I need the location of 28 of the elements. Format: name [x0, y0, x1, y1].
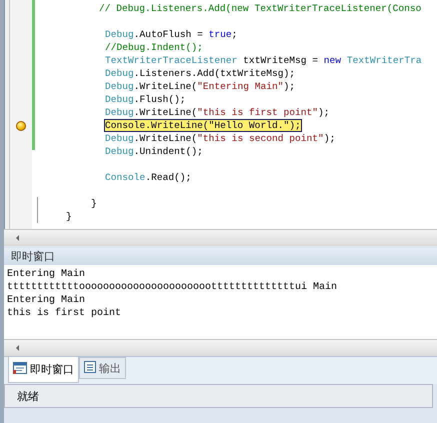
panel-title: 即时窗口: [4, 248, 437, 265]
code-line: Debug.AutoFlush = true;: [105, 28, 238, 41]
code-line: Debug.WriteLine("this is first point");: [105, 106, 330, 119]
code-line: Debug.Flush();: [105, 93, 186, 106]
scroll-left-icon[interactable]: [16, 235, 19, 241]
code-line: Debug.WriteLine("this is second point");: [105, 132, 336, 145]
output-line: this is first point: [7, 307, 122, 320]
code-line: }: [91, 197, 97, 210]
output-line: Entering Main: [7, 294, 86, 307]
panel-tab[interactable]: 即时窗口: [8, 357, 79, 383]
horizontal-scrollbar[interactable]: [4, 339, 437, 356]
list-icon: [84, 360, 96, 376]
horizontal-scrollbar[interactable]: [4, 229, 437, 246]
output-line: ttttttttttttoooooooooooooooooooooottttttttttttttui Main: [7, 281, 338, 294]
scroll-left-icon[interactable]: [16, 345, 19, 351]
code-line: TextWriterTraceListener txtWriteMsg = new TextWriterTra: [105, 54, 422, 67]
output-line: Entering Main: [7, 268, 86, 281]
panel-tab[interactable]: 输出: [79, 357, 126, 379]
code-line: //Debug.Indent();: [105, 41, 203, 54]
status-text: 就绪: [17, 388, 39, 404]
code-line: Debug.Listeners.Add(txtWriteMsg);: [105, 67, 295, 80]
window-icon: [13, 362, 27, 377]
code-line: Console.Read();: [105, 171, 192, 184]
code-line: }: [66, 210, 72, 223]
code-line: // Debug.Listeners.Add(new TextWriterTraceListener(Conso: [99, 2, 422, 15]
code-editor[interactable]: [4, 0, 437, 229]
code-line: Debug.WriteLine("Entering Main");: [105, 80, 296, 93]
code-line: Debug.Unindent();: [105, 145, 203, 158]
